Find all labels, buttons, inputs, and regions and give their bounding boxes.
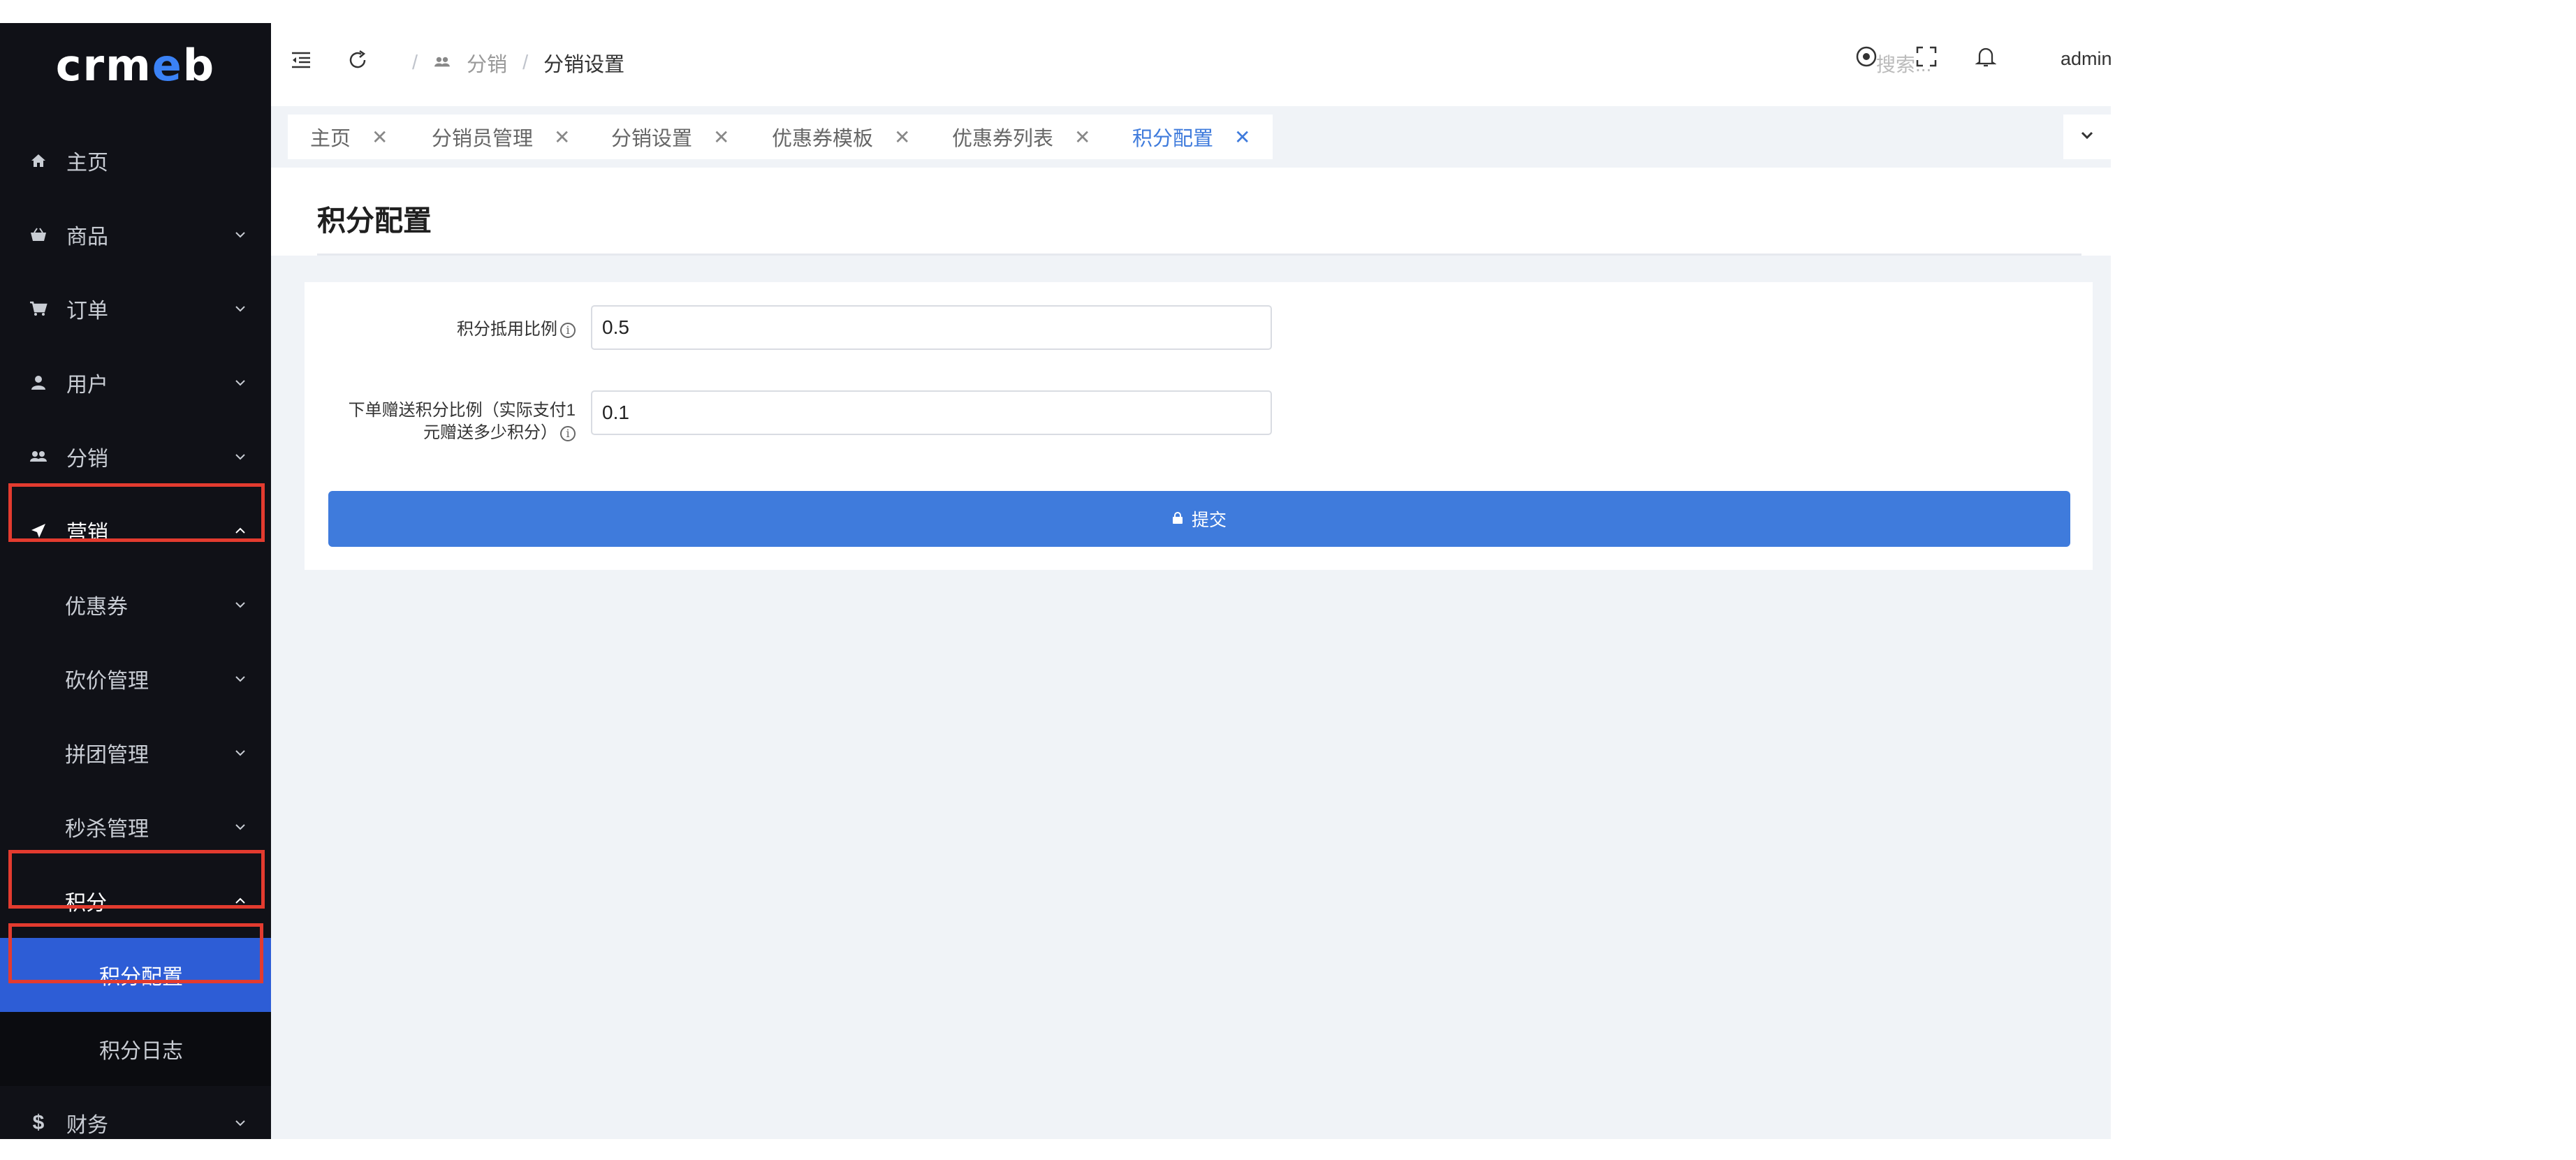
sidebar-item-label: 秒杀管理 (65, 818, 149, 841)
tab-label: 分销员管理 (432, 128, 534, 150)
sidebar-item-points-log[interactable]: 积分日志 (0, 1012, 271, 1086)
annotation-box-3 (8, 923, 263, 983)
group-icon (28, 446, 49, 467)
top-header: / 分销 / 分销设置 搜索... admin (271, 23, 2112, 106)
chevron-down-icon (235, 303, 246, 314)
tab-points-config[interactable]: 积分配置 ✕ (1110, 115, 1273, 159)
sidebar-item-label: 用户 (66, 374, 108, 397)
close-icon[interactable]: ✕ (894, 126, 910, 149)
tab-distribution-settings[interactable]: 分销设置 ✕ (589, 115, 752, 159)
annotation-box-2 (8, 850, 265, 909)
sidebar-item-label: 砍价管理 (65, 670, 149, 693)
group-icon (433, 52, 451, 75)
close-icon[interactable]: ✕ (1074, 126, 1090, 149)
logo[interactable]: crmeb (0, 23, 271, 107)
sidebar-item-coupons[interactable]: 优惠券 (0, 568, 271, 642)
sidebar-item-users[interactable]: 用户 (0, 346, 271, 420)
tab-label: 主页 (310, 128, 351, 150)
sidebar-item-label: 订单 (66, 300, 108, 323)
sidebar-item-label: 商品 (66, 226, 108, 249)
sidebar-item-label: 分销 (66, 448, 108, 471)
main-content: 积分抵用比例 i 0.5 下单赠送积分比例（实际支付1 元赠送多少积分） i 0.1… (271, 256, 2111, 1139)
chevron-down-icon (235, 747, 246, 758)
chevron-down-icon (235, 377, 246, 388)
form-card: 积分抵用比例 i 0.5 下单赠送积分比例（实际支付1 元赠送多少积分） i 0.1… (305, 282, 2093, 570)
tab-distributor-management[interactable]: 分销员管理 ✕ (409, 115, 593, 159)
sidebar-item-finance[interactable]: $ 财务 (0, 1086, 271, 1160)
sidebar-item-label: 积分日志 (99, 1040, 183, 1063)
breadcrumb: / 分销 / 分销设置 (412, 48, 624, 78)
points-gift-label: 下单赠送积分比例（实际支付1 元赠送多少积分） i (305, 399, 576, 444)
tabs-bar: 主页 ✕ 分销员管理 ✕ 分销设置 ✕ 优惠券模板 ✕ 优惠券列表 ✕ 积分配置… (271, 106, 2111, 168)
close-icon[interactable]: ✕ (372, 126, 388, 149)
sidebar-item-products[interactable]: 商品 (0, 198, 271, 272)
page-title: 积分配置 (317, 205, 432, 237)
record-icon[interactable] (1854, 44, 1879, 69)
chevron-down-icon (235, 821, 246, 832)
annotation-box-1 (8, 483, 265, 542)
chevron-down-icon (235, 673, 246, 684)
breadcrumb-separator: / (522, 51, 529, 74)
tab-home[interactable]: 主页 ✕ (288, 115, 411, 159)
basket-icon (28, 224, 49, 245)
logo-text: crmeb (55, 39, 216, 91)
sidebar-item-label: 优惠券 (65, 596, 128, 619)
lock-icon (1172, 509, 1183, 529)
sidebar-item-orders[interactable]: 订单 (0, 272, 271, 346)
points-gift-input[interactable]: 0.1 (591, 390, 1272, 435)
sidebar-item-label: 财务 (66, 1114, 108, 1137)
submit-label: 提交 (1191, 511, 1227, 530)
points-deduction-input[interactable]: 0.5 (591, 305, 1272, 350)
breadcrumb-separator: / (412, 51, 418, 74)
info-icon[interactable]: i (560, 322, 576, 338)
tab-label: 优惠券模板 (772, 128, 874, 150)
sidebar-item-home[interactable]: 主页 (0, 124, 271, 198)
close-icon[interactable]: ✕ (554, 126, 570, 149)
cart-icon (28, 298, 49, 319)
field-label: 积分抵用比例 (457, 320, 557, 339)
refresh-icon[interactable] (345, 47, 370, 73)
tab-label: 积分配置 (1132, 128, 1214, 150)
dollar-icon: $ (32, 1111, 45, 1134)
sidebar-item-bargain[interactable]: 砍价管理 (0, 642, 271, 716)
page-header: 积分配置 (271, 168, 2111, 256)
chevron-down-icon (235, 599, 246, 610)
chevron-down-icon (235, 451, 246, 462)
user-icon (28, 372, 49, 393)
chevron-down-icon (235, 229, 246, 240)
points-deduction-label: 积分抵用比例 i (305, 318, 576, 341)
breadcrumb-current: 分销设置 (543, 54, 625, 76)
tab-coupon-template[interactable]: 优惠券模板 ✕ (749, 115, 933, 159)
sidebar-item-label: 拼团管理 (65, 744, 149, 767)
chevron-down-icon (2080, 131, 2094, 144)
submit-button[interactable]: 提交 (328, 491, 2070, 547)
bell-icon[interactable] (1973, 44, 1998, 69)
user-name[interactable]: admin (2061, 48, 2112, 70)
home-icon (28, 150, 49, 171)
tab-coupon-list[interactable]: 优惠券列表 ✕ (930, 115, 1113, 159)
sidebar-item-label: 主页 (66, 152, 108, 175)
field-label-line1: 下单赠送积分比例（实际支付1 (348, 401, 576, 420)
sidebar-item-group-buy[interactable]: 拼团管理 (0, 716, 271, 790)
breadcrumb-item[interactable]: 分销 (467, 48, 507, 78)
chevron-down-icon (235, 1117, 246, 1129)
fullscreen-icon[interactable] (1914, 44, 1939, 69)
close-icon[interactable]: ✕ (1234, 126, 1250, 149)
field-label-line2: 元赠送多少积分） (423, 423, 557, 442)
close-icon[interactable]: ✕ (713, 126, 729, 149)
tab-label: 优惠券列表 (952, 128, 1054, 150)
tab-label: 分销设置 (611, 128, 693, 150)
tabs-dropdown-button[interactable] (2063, 115, 2111, 159)
info-icon[interactable]: i (560, 425, 576, 441)
collapse-menu-icon[interactable] (288, 47, 314, 73)
